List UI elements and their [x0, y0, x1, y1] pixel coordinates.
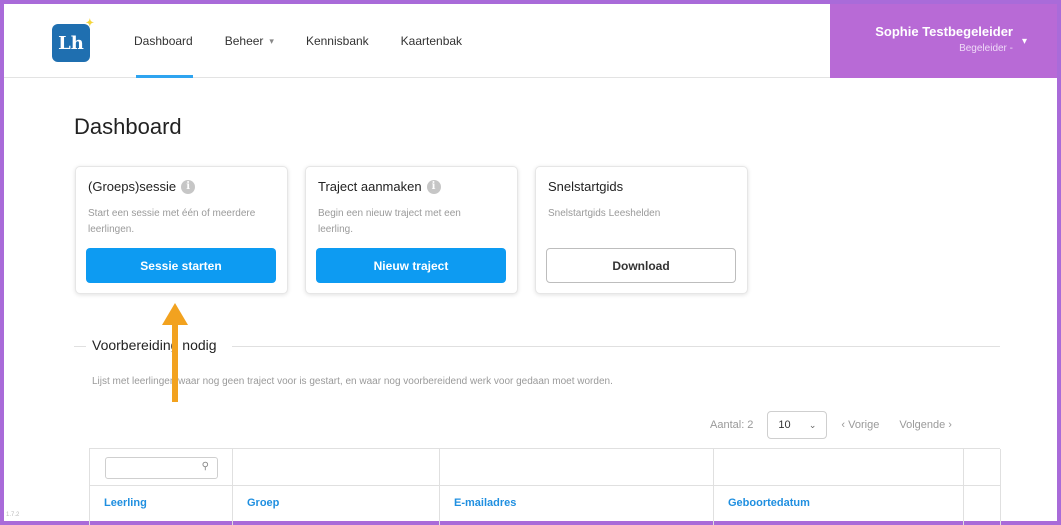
- nav-item-kennisbank[interactable]: Kennisbank: [306, 4, 369, 78]
- table-column: [964, 449, 1001, 525]
- table-column: Geboortedatum: [714, 449, 964, 525]
- nav-item-beheer[interactable]: Beheer ▾: [225, 4, 274, 78]
- card-title: Snelstartgids: [548, 179, 624, 194]
- nav-item-label: Kaartenbak: [400, 34, 463, 48]
- sparkle-icon: ✦: [85, 18, 94, 29]
- table-column: ⚲ Leerling: [90, 449, 233, 525]
- section-description: Lijst met leerlingen waar nog geen traje…: [92, 376, 613, 387]
- table-row-divider: [90, 485, 1001, 486]
- table-column: Groep: [233, 449, 440, 525]
- card-title: (Groeps)sessie i: [88, 179, 196, 194]
- user-menu[interactable]: Sophie Testbegeleider Begeleider - ▾: [830, 4, 1057, 78]
- section-title: Voorbereiding nodig: [92, 337, 223, 353]
- user-name: Sophie Testbegeleider: [875, 24, 1013, 39]
- main-nav: Dashboard Beheer ▾ Kennisbank Kaartenbak: [134, 4, 494, 78]
- card-description: Begin een nieuw traject met een leerling…: [318, 208, 461, 235]
- column-header-email[interactable]: E-mailadres: [454, 497, 516, 509]
- download-button[interactable]: Download: [546, 248, 736, 283]
- chevron-down-icon: ▾: [269, 35, 274, 46]
- next-page-link[interactable]: Volgende ›: [899, 419, 952, 431]
- column-header-leerling[interactable]: Leerling: [104, 497, 147, 509]
- card-description: Start een sessie met één of meerdere lee…: [88, 208, 256, 235]
- students-table: ⚲ Leerling Groep E-mailadres Geboortedat…: [89, 448, 1001, 525]
- nav-item-label: Kennisbank: [305, 34, 369, 48]
- table-column: E-mailadres: [440, 449, 714, 525]
- nav-item-label: Beheer: [224, 34, 264, 48]
- info-icon[interactable]: i: [181, 179, 196, 194]
- column-header-groep[interactable]: Groep: [247, 497, 279, 509]
- arrow-shaft: [172, 322, 178, 402]
- section-divider: [232, 346, 1000, 347]
- card-snelstartgids: Snelstartgids Snelstartgids Leeshelden D…: [535, 166, 748, 294]
- user-role: Begeleider -: [959, 43, 1013, 54]
- card-traject-aanmaken: Traject aanmaken i Begin een nieuw trajec…: [305, 166, 518, 294]
- previous-page-link[interactable]: ‹ Vorige: [841, 419, 879, 431]
- page-title: Dashboard: [74, 114, 182, 139]
- column-header-geboortedatum[interactable]: Geboortedatum: [728, 497, 810, 509]
- page-size-select[interactable]: 10 ⌄: [767, 411, 828, 439]
- app-logo[interactable]: Lh ✦: [52, 18, 94, 62]
- section-divider: [74, 346, 86, 347]
- chevron-down-icon: ▾: [1021, 36, 1027, 47]
- version-label: 1.7.2: [6, 512, 20, 518]
- search-icon: ⚲: [201, 461, 209, 472]
- pagination: Aantal: 2 10 ⌄ ‹ Vorige Volgende ›: [710, 410, 972, 440]
- nav-item-kaartenbak[interactable]: Kaartenbak: [401, 4, 462, 78]
- sessie-starten-button[interactable]: Sessie starten: [86, 248, 276, 283]
- card-description: Snelstartgids Leeshelden: [548, 208, 661, 219]
- info-icon[interactable]: i: [426, 179, 441, 194]
- nav-item-label: Dashboard: [134, 34, 193, 48]
- card-title: Traject aanmaken i: [318, 179, 441, 194]
- nieuw-traject-button[interactable]: Nieuw traject: [316, 248, 506, 283]
- card-groepssessie: (Groeps)sessie i Start een sessie met één…: [75, 166, 288, 294]
- search-input[interactable]: ⚲: [105, 457, 218, 479]
- nav-item-dashboard[interactable]: Dashboard: [134, 4, 193, 78]
- row-count: Aantal: 2: [710, 419, 754, 431]
- chevron-down-icon: ⌄: [808, 419, 817, 430]
